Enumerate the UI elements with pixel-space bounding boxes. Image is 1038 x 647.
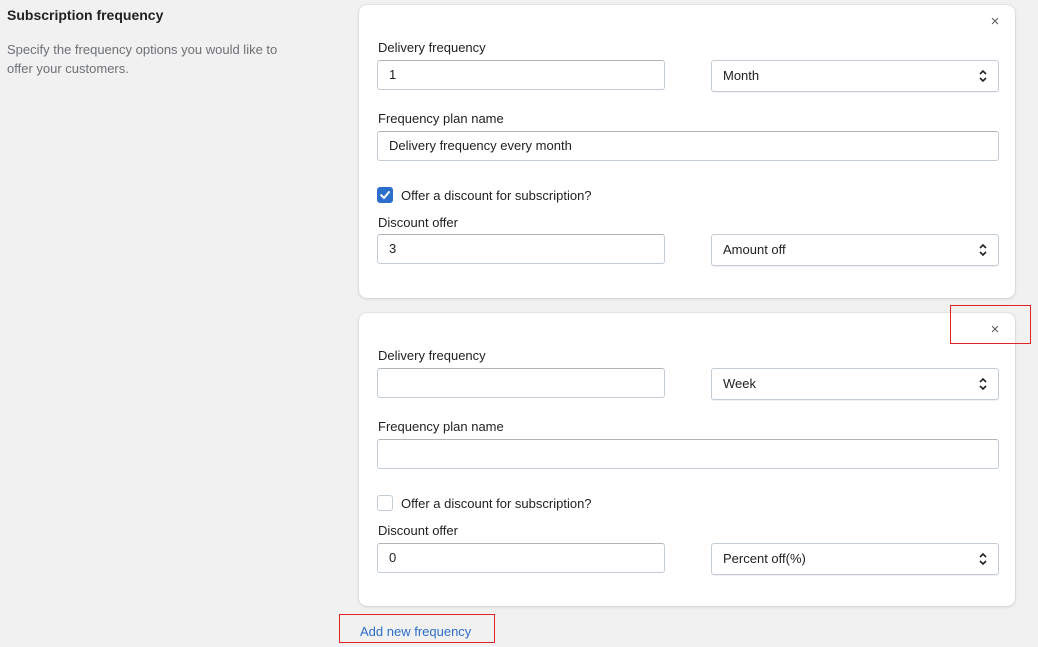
discount-type-select[interactable]: Amount off [711,234,999,266]
discount-checkbox[interactable] [377,495,393,511]
discount-offer-input[interactable] [377,543,665,573]
discount-checkbox[interactable] [377,187,393,203]
interval-select[interactable]: Week [711,368,999,400]
discount-offer-label: Discount offer [378,523,458,538]
discount-checkbox-label: Offer a discount for subscription? [401,188,592,203]
add-new-frequency-link[interactable]: Add new frequency [360,624,471,639]
plan-name-input[interactable] [377,439,999,469]
frequency-plan-card: × Delivery frequency Week Frequency plan… [359,313,1015,606]
checkmark-icon [380,191,390,199]
section-title: Subscription frequency [7,7,164,23]
discount-offer-label: Discount offer [378,215,458,230]
plan-name-input[interactable] [377,131,999,161]
discount-type-select[interactable]: Percent off(%) [711,543,999,575]
plan-name-label: Frequency plan name [378,419,504,434]
discount-offer-input[interactable] [377,234,665,264]
section-description: Specify the frequency options you would … [7,42,278,76]
close-icon[interactable]: × [987,14,1003,30]
plan-name-label: Frequency plan name [378,111,504,126]
delivery-frequency-label: Delivery frequency [378,40,486,55]
discount-type-select-value: Percent off(%) [723,551,806,566]
select-arrows-icon [979,69,987,83]
delivery-frequency-input[interactable] [377,60,665,90]
discount-checkbox-label: Offer a discount for subscription? [401,496,592,511]
interval-select-value: Month [723,68,760,83]
interval-select[interactable]: Month [711,60,999,92]
discount-type-select-value: Amount off [723,242,786,257]
subscription-frequency-page: Subscription frequency Specify the frequ… [0,0,1038,647]
frequency-plan-card: × Delivery frequency Month Frequency pla… [359,5,1015,298]
close-button-highlight [950,305,1031,344]
select-arrows-icon [979,552,987,566]
select-arrows-icon [979,377,987,391]
delivery-frequency-input[interactable] [377,368,665,398]
select-arrows-icon [979,243,987,257]
delivery-frequency-label: Delivery frequency [378,348,486,363]
interval-select-value: Week [723,376,756,391]
